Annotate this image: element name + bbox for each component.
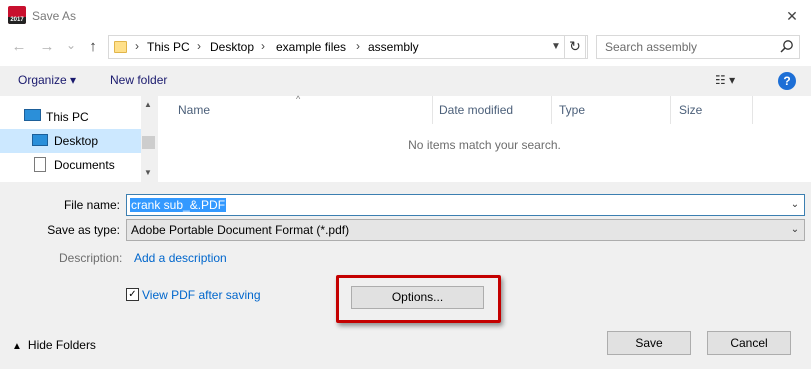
cancel-button[interactable]: Cancel (707, 331, 791, 355)
app-logo-text: 2017 (8, 17, 26, 24)
scroll-down-icon[interactable]: ▼ (144, 168, 152, 177)
column-header-name[interactable]: Name (178, 103, 210, 117)
view-options-button[interactable]: ☷ ▾ (715, 73, 735, 87)
sidebar-item-this-pc[interactable]: This PC (0, 105, 141, 129)
back-button[interactable]: ← (10, 37, 28, 57)
column-header-date-modified[interactable]: Date modified (439, 103, 513, 117)
breadcrumb-separator: › (261, 39, 265, 53)
search-box[interactable] (596, 35, 800, 59)
up-folder-button[interactable]: ↑ (84, 37, 102, 57)
breadcrumb-desktop[interactable]: Desktop (210, 40, 254, 54)
file-list: ^ Name Date modified Type Size No items … (158, 94, 811, 182)
sidebar-item-label: This PC (46, 110, 89, 124)
close-button[interactable]: ✕ (780, 6, 804, 26)
desktop-icon (32, 134, 48, 146)
computer-icon (24, 109, 41, 121)
save-button[interactable]: Save (607, 331, 691, 355)
app-logo-icon: 2017 (8, 6, 26, 24)
view-pdf-label[interactable]: View PDF after saving (142, 288, 261, 302)
savetype-label: Save as type: (47, 223, 120, 237)
new-folder-button[interactable]: New folder (110, 73, 167, 87)
search-icon[interactable] (779, 39, 795, 55)
title-bar: 2017 Save As ✕ (0, 0, 811, 32)
window-title: Save As (32, 9, 77, 23)
savetype-select[interactable]: Adobe Portable Document Format (*.pdf) ⌄ (126, 219, 805, 241)
refresh-button[interactable]: ↻ (564, 35, 586, 59)
recent-locations-button[interactable]: ⌄ (62, 35, 80, 55)
forward-button[interactable]: → (38, 37, 56, 57)
address-bar[interactable]: › This PC › Desktop › example files › as… (108, 35, 588, 59)
command-bar: Organize ▾ New folder ☷ ▾ ? (0, 66, 811, 96)
sidebar-item-label: Desktop (54, 134, 99, 148)
scroll-up-icon[interactable]: ▲ (144, 100, 152, 109)
help-icon[interactable]: ? (778, 72, 796, 90)
highlight-annotation (336, 275, 501, 323)
sidebar-scrollbar[interactable]: ▲ ▼ (141, 96, 156, 182)
column-divider (551, 96, 552, 124)
breadcrumb-separator: › (135, 39, 139, 53)
organize-button[interactable]: Organize ▾ (18, 73, 76, 87)
chevron-up-icon: ▲ (12, 341, 22, 352)
description-label: Description: (59, 251, 123, 265)
sidebar-item-label: Documents (54, 158, 115, 172)
breadcrumb-separator: › (197, 39, 201, 53)
column-divider (432, 96, 433, 124)
hide-folders-button[interactable]: ▲ Hide Folders (12, 338, 96, 352)
documents-icon (34, 157, 46, 172)
filename-field[interactable]: crank sub_&.PDF ⌄ (126, 194, 805, 216)
folder-icon (114, 41, 127, 53)
sort-arrow-icon: ^ (296, 94, 301, 104)
breadcrumb-this-pc[interactable]: This PC (147, 40, 190, 54)
column-divider (670, 96, 671, 124)
column-divider (752, 96, 753, 124)
column-header-size[interactable]: Size (679, 103, 702, 117)
hide-folders-label: Hide Folders (27, 338, 96, 352)
breadcrumb-example-files[interactable]: example files (276, 40, 346, 54)
search-input[interactable] (603, 39, 777, 55)
sidebar-item-desktop[interactable]: Desktop (0, 129, 141, 153)
navigation-pane: This PC Desktop Documents (0, 96, 156, 182)
add-description-link[interactable]: Add a description (134, 251, 227, 265)
view-pdf-checkbox[interactable]: ✓ (126, 288, 139, 301)
scroll-thumb[interactable] (142, 136, 155, 149)
column-header-type[interactable]: Type (559, 103, 585, 117)
sidebar-item-documents[interactable]: Documents (0, 153, 141, 177)
filename-value[interactable]: crank sub_&.PDF (130, 198, 227, 212)
breadcrumb-assembly[interactable]: assembly (368, 40, 419, 54)
empty-message: No items match your search. (408, 138, 561, 152)
chevron-down-icon[interactable]: ⌄ (787, 196, 803, 214)
filename-label: File name: (63, 198, 120, 212)
chevron-down-icon[interactable]: ▼ (547, 38, 565, 56)
savetype-value: Adobe Portable Document Format (*.pdf) (131, 223, 350, 237)
breadcrumb-separator: › (356, 39, 360, 53)
chevron-down-icon[interactable]: ⌄ (787, 221, 803, 239)
